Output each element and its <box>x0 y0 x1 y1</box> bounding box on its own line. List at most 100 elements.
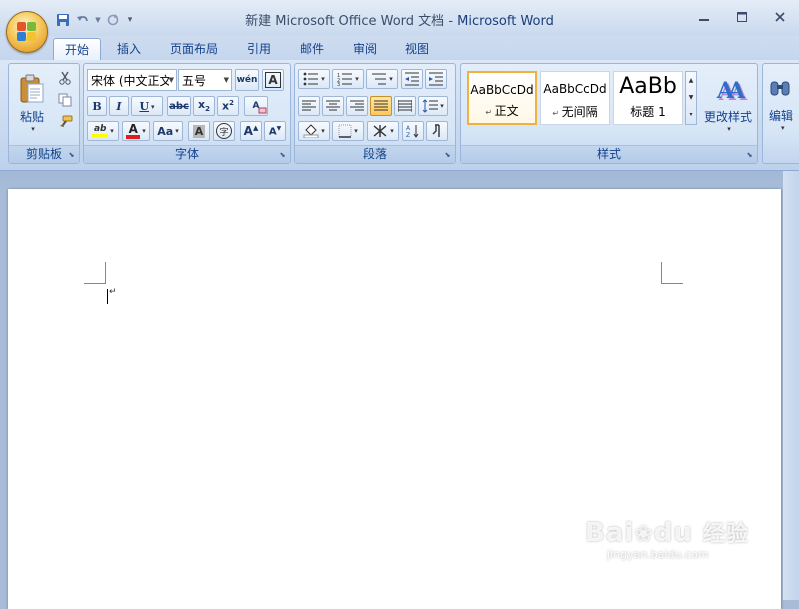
clear-formatting-button[interactable]: A <box>244 96 268 116</box>
line-spacing-icon <box>422 99 438 113</box>
styles-dialog-launcher-icon[interactable]: ⬊ <box>745 151 754 160</box>
editing-button[interactable]: 编辑 ▾ <box>765 68 799 142</box>
text-highlight-button[interactable]: ab ▾ <box>87 121 119 141</box>
tab-home[interactable]: 开始 <box>53 38 101 61</box>
tab-mailings[interactable]: 邮件 <box>289 38 335 60</box>
align-right-button[interactable] <box>346 96 368 116</box>
show-hide-marks-icon <box>431 124 443 138</box>
change-styles-dropdown-icon[interactable]: ▾ <box>727 125 731 133</box>
window-controls <box>695 8 789 26</box>
tab-insert[interactable]: 插入 <box>106 38 152 60</box>
font-size-dropdown-icon[interactable]: ▼ <box>224 76 229 84</box>
character-border-icon: A <box>265 72 280 88</box>
bullets-dropdown-icon[interactable]: ▾ <box>321 75 325 83</box>
style-normal[interactable]: AaBbCcDd ↵ 正文 <box>467 71 537 125</box>
enclose-characters-button[interactable]: 字 <box>213 121 235 141</box>
increase-indent-icon <box>428 72 444 86</box>
font-color-dropdown-icon[interactable]: ▾ <box>142 127 146 135</box>
chinese-layout-button[interactable]: ▾ <box>367 121 399 141</box>
tab-references[interactable]: 引用 <box>236 38 282 60</box>
multilevel-list-dropdown-icon[interactable]: ▾ <box>389 75 393 83</box>
tab-review[interactable]: 审阅 <box>342 38 388 60</box>
clipboard-dialog-launcher-icon[interactable]: ⬊ <box>67 151 76 160</box>
chinese-layout-dropdown-icon[interactable]: ▾ <box>390 127 394 135</box>
shading-button[interactable]: ▾ <box>298 121 330 141</box>
change-case-dropdown-icon[interactable]: ▾ <box>175 127 179 135</box>
paste-icon <box>19 74 45 104</box>
style-no-spacing[interactable]: AaBbCcDd ↵ 无间隔 <box>540 71 610 125</box>
justify-button[interactable] <box>370 96 392 116</box>
shading-icon <box>303 124 319 138</box>
copy-button[interactable] <box>55 91 75 109</box>
font-name-dropdown-icon[interactable]: ▼ <box>169 76 174 84</box>
increase-indent-button[interactable] <box>425 69 447 89</box>
phonetic-guide-button[interactable]: wén <box>235 69 259 91</box>
editing-label: 编辑 <box>769 107 793 124</box>
office-button[interactable] <box>6 11 48 53</box>
font-dialog-launcher-icon[interactable]: ⬊ <box>278 151 287 160</box>
minimize-icon[interactable] <box>695 8 713 26</box>
paste-button[interactable]: 粘贴 ▾ <box>12 68 52 138</box>
styles-gallery-more-icon[interactable]: ▾ <box>686 106 696 123</box>
ribbon-tabs: 开始 插入 页面布局 引用 邮件 审阅 视图 <box>0 36 799 60</box>
subscript-button[interactable]: x2 <box>193 96 215 116</box>
font-group-title: 字体 <box>84 145 290 163</box>
multilevel-list-icon <box>371 72 387 86</box>
styles-group-title: 样式 <box>461 145 757 163</box>
format-painter-button[interactable] <box>55 113 75 131</box>
show-hide-marks-button[interactable] <box>426 121 448 141</box>
underline-button[interactable]: U ▾ <box>131 96 163 116</box>
grow-font-button[interactable]: A▲ <box>240 121 262 141</box>
character-border-button[interactable]: A <box>262 69 284 91</box>
restore-icon[interactable] <box>733 8 751 26</box>
numbering-dropdown-icon[interactable]: ▾ <box>355 75 359 83</box>
editing-dropdown-icon[interactable]: ▾ <box>781 124 785 132</box>
bullets-button[interactable]: ▾ <box>298 69 330 89</box>
borders-dropdown-icon[interactable]: ▾ <box>354 127 358 135</box>
decrease-indent-icon <box>404 72 420 86</box>
borders-button[interactable]: ▾ <box>332 121 364 141</box>
shrink-font-button[interactable]: A▼ <box>264 121 286 141</box>
styles-scroll-down-icon[interactable]: ▼ <box>686 89 696 106</box>
shading-dropdown-icon[interactable]: ▾ <box>321 127 325 135</box>
style-no-spacing-preview: AaBbCcDd <box>541 82 609 96</box>
corner-mark-top-right <box>661 262 683 284</box>
cut-button[interactable] <box>55 69 75 87</box>
vertical-scrollbar[interactable] <box>783 171 799 600</box>
line-spacing-dropdown-icon[interactable]: ▾ <box>440 102 444 110</box>
styles-gallery-scroll[interactable]: ▲ ▼ ▾ <box>685 71 697 125</box>
bold-button[interactable]: B <box>87 96 107 116</box>
italic-button[interactable]: I <box>109 96 129 116</box>
close-icon[interactable] <box>771 8 789 26</box>
window-title: 新建 Microsoft Office Word 文档 - Microsoft … <box>0 10 799 29</box>
underline-dropdown-icon[interactable]: ▾ <box>151 102 155 111</box>
distributed-button[interactable] <box>394 96 416 116</box>
numbering-button[interactable]: 123 ▾ <box>332 69 364 89</box>
line-spacing-button[interactable]: ▾ <box>418 96 448 116</box>
superscript-button[interactable]: x2 <box>217 96 239 116</box>
tab-page-layout[interactable]: 页面布局 <box>162 38 226 60</box>
change-styles-button[interactable]: AA 更改样式 ▾ <box>701 68 755 142</box>
style-heading-1[interactable]: AaBb 标题 1 <box>613 71 683 125</box>
styles-scroll-up-icon[interactable]: ▲ <box>686 72 696 89</box>
paste-dropdown-icon[interactable]: ▾ <box>31 125 35 133</box>
align-left-button[interactable] <box>298 96 320 116</box>
change-case-button[interactable]: Aa ▾ <box>153 121 183 141</box>
strikethrough-button[interactable]: abc <box>167 96 191 116</box>
decrease-indent-button[interactable] <box>401 69 423 89</box>
enclose-characters-icon: 字 <box>216 123 232 139</box>
font-color-icon: A <box>126 124 140 139</box>
multilevel-list-button[interactable]: ▾ <box>366 69 398 89</box>
sort-button[interactable]: AZ <box>402 121 424 141</box>
paragraph-dialog-launcher-icon[interactable]: ⬊ <box>443 151 452 160</box>
text-highlight-dropdown-icon[interactable]: ▾ <box>110 127 114 135</box>
character-shading-button[interactable]: A <box>188 121 210 141</box>
paste-label: 粘贴 <box>20 108 44 125</box>
change-styles-label: 更改样式 <box>704 108 752 125</box>
font-color-button[interactable]: A ▾ <box>122 121 150 141</box>
font-size-combo[interactable]: 五号 ▼ <box>178 69 232 91</box>
justify-icon <box>374 100 388 112</box>
font-name-combo[interactable]: 宋体 (中文正文 ▼ <box>87 69 177 91</box>
tab-view[interactable]: 视图 <box>394 38 440 60</box>
align-center-button[interactable] <box>322 96 344 116</box>
